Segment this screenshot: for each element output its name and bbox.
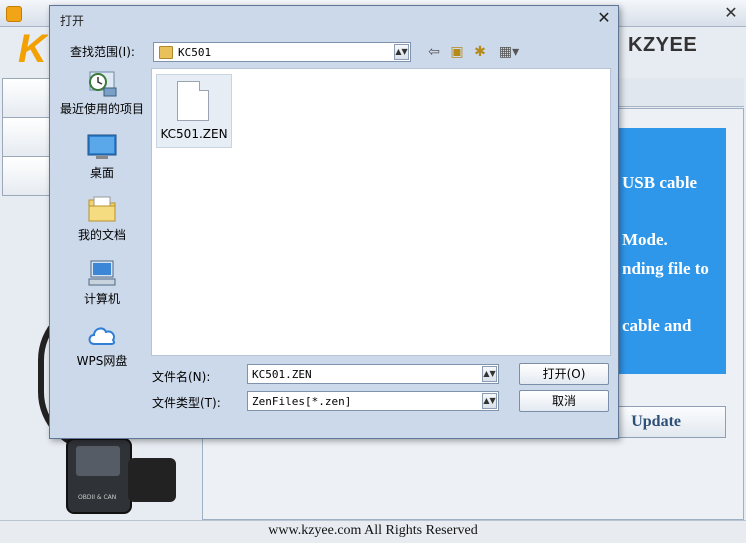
back-arrow-icon[interactable]: ⇦ — [425, 44, 443, 60]
lookin-select[interactable]: KC501 ▲▼ — [153, 42, 411, 62]
place-label: 桌面 — [89, 166, 114, 180]
app-logo-icon — [6, 6, 22, 22]
brand-logo-right: KZYEE — [628, 34, 698, 56]
place-documents[interactable]: 我的文档 — [60, 194, 144, 242]
places-bar: 最近使用的项目 桌面 我的文档 计算机 WPS网盘 — [50, 62, 148, 368]
documents-icon — [88, 196, 116, 222]
recent-icon — [89, 71, 117, 97]
file-icon — [177, 81, 209, 121]
filename-value: KC501.ZEN — [252, 368, 312, 381]
filetype-value: ZenFiles[*.zen] — [252, 395, 352, 408]
place-label: 最近使用的项目 — [60, 102, 145, 116]
lookin-value: KC501 — [178, 46, 212, 59]
app-tab-bar — [616, 78, 744, 107]
computer-icon — [88, 260, 116, 286]
place-desktop[interactable]: 桌面 — [60, 132, 144, 180]
place-label: 我的文档 — [77, 228, 126, 242]
side-nav-button-3[interactable] — [2, 156, 52, 196]
file-item[interactable]: KC501.ZEN — [156, 74, 232, 148]
dialog-title: 打开 — [60, 14, 85, 28]
file-name: KC501.ZEN — [160, 127, 228, 141]
scanner-device-image: OBDII & CAN — [66, 438, 132, 514]
instruction-line: cable and — [622, 316, 692, 335]
place-computer[interactable]: 计算机 — [60, 258, 144, 306]
desktop-icon — [87, 134, 117, 159]
view-menu-icon[interactable]: ▦▾ — [495, 44, 523, 60]
device-label: OBDII & CAN — [78, 494, 117, 501]
chevron-down-icon[interactable]: ▲▼ — [394, 44, 409, 60]
place-recent[interactable]: 最近使用的项目 — [60, 68, 144, 116]
place-label: 计算机 — [83, 292, 120, 306]
filetype-select[interactable]: ZenFiles[*.zen] ▲▼ — [247, 391, 499, 411]
place-wps-cloud[interactable]: WPS网盘 — [60, 320, 144, 368]
file-list[interactable]: KC501.ZEN — [151, 68, 611, 356]
chevron-down-icon[interactable]: ▲▼ — [482, 366, 497, 382]
up-folder-icon[interactable]: ▣ — [448, 44, 466, 60]
obd-plug-image — [128, 458, 176, 502]
folder-icon — [159, 46, 173, 59]
open-file-dialog: 打开 ✕ 查找范围(I): KC501 ▲▼ ⇦ ▣ ✱ ▦▾ 最近使用的项目 … — [49, 5, 619, 439]
open-button[interactable]: 打开(O) — [519, 363, 609, 385]
cancel-button[interactable]: 取消 — [519, 390, 609, 412]
dialog-close-icon[interactable]: ✕ — [596, 10, 612, 26]
filetype-label: 文件类型(T): — [152, 396, 221, 410]
place-label: WPS网盘 — [76, 354, 128, 368]
instruction-line: USB cable — [622, 173, 698, 192]
device-screen — [76, 446, 120, 476]
instruction-line: Mode. — [622, 230, 668, 249]
side-nav-button-1[interactable] — [2, 78, 52, 118]
lookin-label: 查找范围(I): — [70, 45, 135, 59]
cloud-icon — [88, 327, 116, 345]
instruction-box: USB cable Mode. nding file to cable and — [614, 128, 726, 374]
new-folder-icon[interactable]: ✱ — [471, 44, 489, 60]
instruction-line: nding file to — [622, 259, 709, 278]
footer-copyright: www.kzyee.com All Rights Reserved — [0, 520, 746, 543]
app-close-icon[interactable]: ✕ — [722, 4, 740, 22]
filename-label: 文件名(N): — [152, 370, 211, 384]
chevron-down-icon[interactable]: ▲▼ — [482, 393, 497, 409]
side-nav-button-2[interactable] — [2, 117, 52, 157]
filename-input[interactable]: KC501.ZEN ▲▼ — [247, 364, 499, 384]
brand-logo-left: K — [18, 28, 47, 70]
